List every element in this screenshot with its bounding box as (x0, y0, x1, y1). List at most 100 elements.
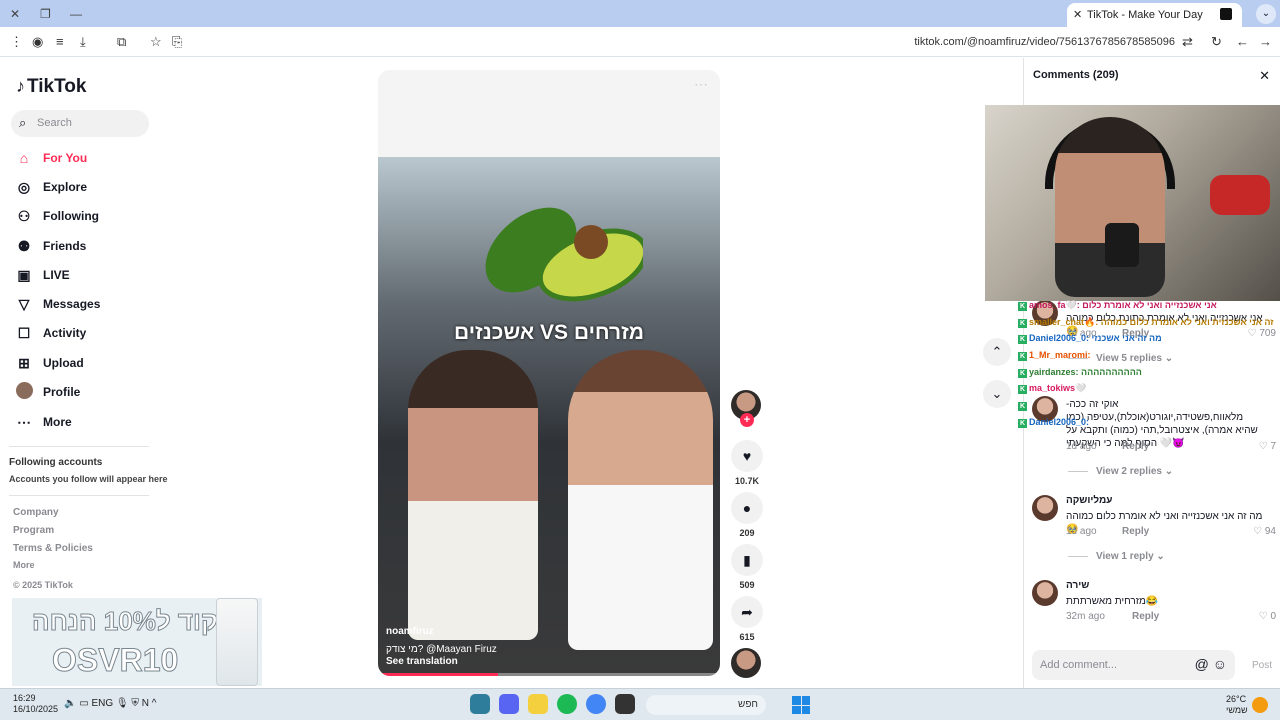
footer-company[interactable]: Company (13, 507, 59, 518)
comment-username[interactable]: שירה (1066, 580, 1089, 591)
browser-tab[interactable]: ✕ TikTok - Make Your Day (1067, 3, 1242, 27)
taskbar-search[interactable]: חפש (646, 695, 766, 715)
comment-like[interactable]: ♡ 94 (1253, 526, 1276, 537)
tab-close-icon[interactable]: ✕ (1073, 8, 1082, 21)
reload-icon[interactable]: ↻ (1211, 34, 1222, 50)
nav-friends[interactable]: ⚉ Friends (15, 236, 87, 256)
next-video-button[interactable]: ⌄ (983, 380, 1011, 408)
nav-upload[interactable]: ⊞ Upload (15, 353, 84, 373)
tiktok-logo[interactable]: ♪ TikTok (16, 76, 86, 98)
emoji-icon[interactable]: ☺ (1213, 656, 1227, 672)
comment-text: מזרחית מאשרתתת😂 (1066, 596, 1159, 607)
heart-icon[interactable]: ♥ (731, 440, 763, 472)
creator-avatar-block[interactable]: + (731, 390, 763, 427)
comment-username[interactable]: עמליושקה (1066, 495, 1112, 506)
restore-window-icon[interactable]: ❐ (40, 7, 51, 21)
nav-label: Following (43, 209, 99, 223)
ad-discount-text: קוד ל10% הנחה (32, 606, 219, 637)
discord-icon[interactable] (499, 694, 519, 714)
app-icon[interactable] (470, 694, 490, 714)
save-action[interactable]: ▮ 509 (731, 544, 763, 590)
download-icon[interactable]: ⤓ (80, 34, 86, 50)
share-action[interactable]: ➦ 615 (731, 596, 763, 642)
mention-icon[interactable]: @ (1195, 656, 1209, 672)
mic-icon[interactable]: 🎙 (116, 698, 129, 709)
nav-messages[interactable]: ▽ Messages (15, 294, 101, 314)
follow-plus-icon[interactable]: + (740, 413, 754, 427)
url-field[interactable]: tiktok.com/@noamfiruz/video/756137678567… (914, 36, 1175, 48)
extensions-icon[interactable]: ⧉ (117, 34, 126, 50)
nav-label: Profile (43, 385, 81, 399)
chrome-icon[interactable] (586, 694, 606, 714)
back-icon[interactable]: ← (1236, 34, 1249, 49)
bookmark-icon[interactable]: ▮ (731, 544, 763, 576)
add-comment-input[interactable]: Add comment... @ ☺ (1032, 650, 1235, 680)
comment-action[interactable]: ● 209 (731, 492, 763, 538)
chevron-up-icon[interactable]: ^ (152, 698, 157, 709)
copyright: © 2025 TikTok (13, 580, 73, 590)
windows-start-icon[interactable] (792, 696, 810, 714)
minimize-window-icon[interactable]: — (70, 7, 82, 21)
shield-icon[interactable]: ⛨ (131, 698, 139, 709)
comment-like[interactable]: ♡ 7 (1259, 441, 1276, 452)
nav-activity[interactable]: ☐ Activity (15, 323, 87, 343)
language-indicator[interactable]: ENG (91, 698, 113, 709)
sound-avatar-icon[interactable] (731, 648, 761, 678)
chat-line: Kamos_fa🤍: אני אשכנזייה ואני לא אומרת כל… (1018, 300, 1228, 317)
comment-like[interactable]: ♡ 709 (1248, 328, 1276, 339)
comment-icon[interactable]: ● (731, 492, 763, 524)
nav-for-you[interactable]: ⌂ For You (15, 148, 87, 168)
avocado-image (485, 207, 643, 302)
search-input[interactable]: ⌕ Search (11, 110, 149, 137)
weather-widget[interactable]: 26°C שמשי (1226, 694, 1248, 716)
ad-code-text: OSVR10 (51, 642, 179, 679)
video-player[interactable]: ⋯ אשכנזים VS מזרחים noamfiruz מי צודק? @… (378, 70, 720, 676)
nav-more[interactable]: ⋯ More (15, 412, 72, 432)
footer-more[interactable]: More (13, 560, 35, 570)
avatar[interactable] (1032, 495, 1058, 521)
comment-like[interactable]: ♡ 0 (1259, 611, 1276, 622)
reply-button[interactable]: Reply (1122, 526, 1149, 537)
view-replies-button[interactable]: View 2 replies ⌄ (1068, 466, 1173, 477)
nav-following[interactable]: ⚇ Following (15, 206, 99, 226)
translate-icon[interactable]: ⇄ (1182, 34, 1193, 50)
chat-badge-icon: K (1018, 402, 1027, 412)
bookmark-star-icon[interactable]: ☆ (150, 34, 162, 50)
chat-badge-icon: K (1018, 418, 1027, 428)
reply-button[interactable]: Reply (1132, 611, 1159, 622)
onenote-icon[interactable]: N (142, 698, 149, 709)
profile-icon[interactable]: ◉ (32, 34, 43, 50)
terminal-icon[interactable] (615, 694, 635, 714)
video-progress-bar[interactable] (378, 673, 720, 676)
spotify-icon[interactable] (557, 694, 577, 714)
nav-profile[interactable]: Profile (15, 382, 80, 402)
video-username[interactable]: noamfiruz (386, 626, 434, 637)
like-action[interactable]: ♥ 10.7K (731, 440, 763, 486)
install-app-icon[interactable]: ⎘ (172, 34, 182, 50)
nav-live[interactable]: ▣ LIVE (15, 265, 69, 285)
taskbar-clock[interactable]: 16:29 16/10/2025 (13, 693, 58, 715)
forward-icon[interactable]: → (1259, 34, 1272, 49)
footer-terms[interactable]: Terms & Policies (13, 543, 93, 554)
app-icon[interactable] (528, 694, 548, 714)
previous-video-button[interactable]: ⌃ (983, 338, 1011, 366)
sound-avatar[interactable] (731, 648, 763, 678)
post-button[interactable]: Post (1252, 660, 1272, 671)
close-window-icon[interactable]: ✕ (10, 7, 20, 21)
video-options-icon[interactable]: ⋯ (694, 76, 708, 93)
footer-program[interactable]: Program (13, 525, 54, 536)
activity-icon: ☐ (17, 324, 31, 341)
nav-explore[interactable]: ◎ Explore (15, 177, 87, 197)
see-translation-link[interactable]: See translation (386, 656, 458, 667)
chat-line: K (1018, 400, 1228, 417)
share-icon[interactable]: ➦ (731, 596, 763, 628)
reading-list-icon[interactable]: ≡ (56, 34, 64, 49)
reply-button[interactable]: Reply (1122, 441, 1149, 452)
menu-dots-icon[interactable]: ⋮ (10, 34, 23, 50)
tab-search-button[interactable]: ⌄ (1256, 4, 1276, 24)
close-icon[interactable]: ✕ (1259, 68, 1270, 84)
display-icon[interactable]: ▭ (79, 698, 88, 709)
volume-icon[interactable]: 🔈 (64, 698, 76, 709)
view-replies-button[interactable]: View 1 reply ⌄ (1068, 551, 1165, 562)
avatar[interactable] (1032, 580, 1058, 606)
